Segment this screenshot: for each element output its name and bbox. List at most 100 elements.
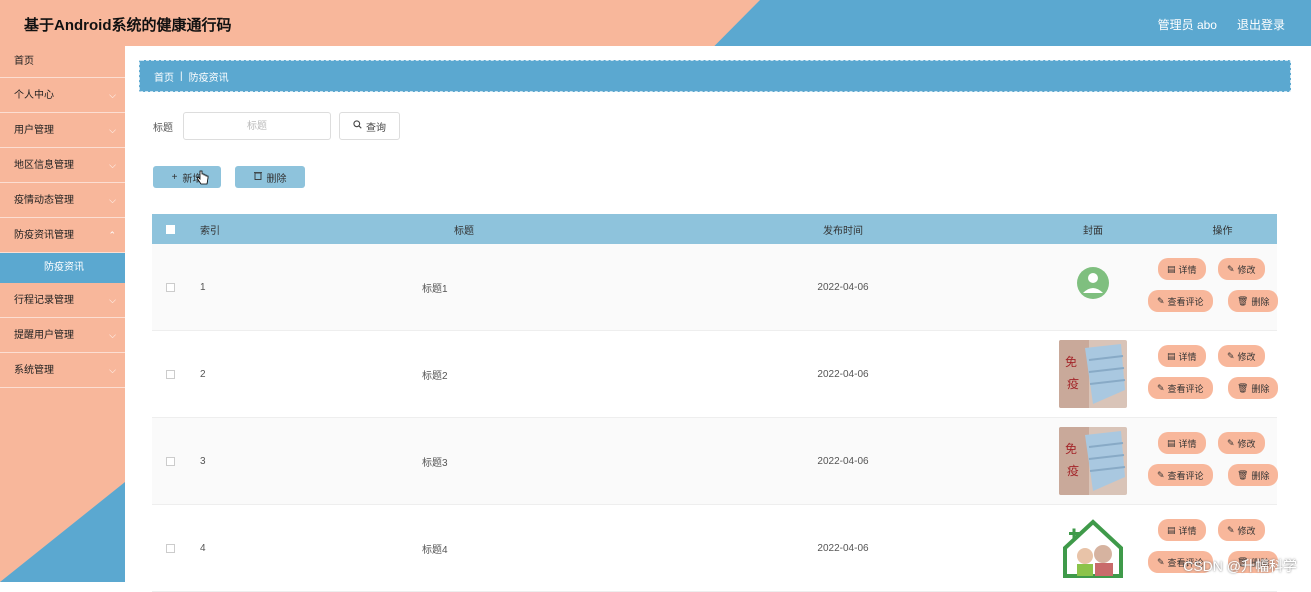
row-date: 2022-04-06 — [668, 456, 1018, 467]
row-ops-cell: ▤详情 ✎修改 ✎查看评论 🗑删除 — [1168, 339, 1277, 409]
breadcrumb-separator: | — [180, 71, 183, 82]
row-checkbox[interactable] — [166, 457, 175, 466]
sidebar-item-trip-records-management[interactable]: 行程记录管理⌵ — [0, 283, 125, 318]
sidebar-item-home[interactable]: 首页 — [0, 46, 125, 78]
pencil-icon: ✎ — [1157, 296, 1165, 307]
view-comments-button[interactable]: ✎查看评论 — [1148, 464, 1213, 486]
trash-icon — [254, 171, 262, 183]
row-title: 标题4 — [248, 541, 668, 556]
view-comments-label: 查看评论 — [1168, 382, 1204, 395]
edit-label: 修改 — [1238, 263, 1256, 276]
sidebar-item-epidemic-news-management[interactable]: 疫情动态管理⌵ — [0, 183, 125, 218]
action-row: + 新增 删除 — [153, 166, 305, 188]
row-checkbox-cell — [152, 544, 188, 553]
svg-text:疫: 疫 — [1067, 463, 1079, 478]
view-comments-button[interactable]: ✎查看评论 — [1148, 290, 1213, 312]
detail-button[interactable]: ▤详情 — [1158, 345, 1206, 367]
sidebar-item-user-management[interactable]: 用户管理 ⌵ — [0, 113, 125, 148]
edit-button[interactable]: ✎修改 — [1218, 432, 1265, 454]
breadcrumb-home[interactable]: 首页 — [154, 69, 174, 84]
edit-button[interactable]: ✎修改 — [1218, 519, 1265, 541]
add-button[interactable]: + 新增 — [153, 166, 221, 188]
pencil-icon: ✎ — [1227, 438, 1235, 449]
document-icon: ▤ — [1167, 351, 1176, 362]
chevron-up-icon: ⌃ — [108, 218, 116, 253]
row-checkbox[interactable] — [166, 370, 175, 379]
breadcrumb-current: 防疫资讯 — [189, 69, 229, 84]
edit-label: 修改 — [1238, 350, 1256, 363]
row-cover-cell — [1018, 253, 1168, 321]
hand-cursor-icon — [197, 170, 209, 191]
admin-user-label[interactable]: 管理员 abo — [1158, 16, 1217, 33]
doctor-icon — [1059, 253, 1127, 321]
pencil-icon: ✎ — [1157, 470, 1165, 481]
row-checkbox-cell — [152, 283, 188, 292]
select-all-cell — [152, 225, 188, 234]
document-icon: ▤ — [1167, 525, 1176, 536]
chevron-down-icon: ⌵ — [109, 148, 116, 183]
row-date: 2022-04-06 — [668, 543, 1018, 554]
table-header: 索引 标题 发布时间 封面 操作 — [152, 214, 1277, 244]
sidebar-item-label: 个人中心 — [14, 90, 54, 101]
sidebar-item-label: 提醒用户管理 — [14, 330, 74, 341]
pencil-icon: ✎ — [1227, 264, 1235, 275]
query-button[interactable]: 查询 — [339, 112, 400, 140]
sidebar-item-label: 行程记录管理 — [14, 295, 74, 306]
sidebar-subitem-prevention-info[interactable]: 防疫资讯 — [0, 253, 125, 283]
title-search-input[interactable] — [183, 112, 331, 140]
header-operations: 操作 — [1168, 222, 1277, 237]
svg-text:疫: 疫 — [1067, 376, 1079, 391]
mask-photo: 免疫 — [1059, 340, 1127, 408]
document-icon: ▤ — [1167, 438, 1176, 449]
svg-text:免: 免 — [1065, 441, 1077, 456]
row-cover-cell — [1018, 514, 1168, 582]
news-table: 索引 标题 发布时间 封面 操作 1 标题1 2022-04-06 ▤详情 ✎修… — [152, 214, 1277, 592]
svg-text:免: 免 — [1065, 354, 1077, 369]
document-icon: ▤ — [1167, 264, 1176, 275]
row-cover-cell: 免疫 — [1018, 340, 1168, 408]
sidebar-item-system-management[interactable]: 系统管理⌵ — [0, 353, 125, 388]
delete-button[interactable]: 🗑删除 — [1228, 377, 1278, 399]
sidebar-item-personal-center[interactable]: 个人中心 ⌵ — [0, 78, 125, 113]
delete-button[interactable]: 🗑删除 — [1228, 290, 1278, 312]
search-label: 标题 — [153, 119, 173, 134]
edit-button[interactable]: ✎修改 — [1218, 258, 1265, 280]
row-index: 4 — [188, 543, 248, 554]
detail-label: 详情 — [1179, 350, 1197, 363]
trash-icon: 🗑 — [1237, 470, 1248, 481]
watermark: CSDN @升幅科学 — [1183, 556, 1297, 576]
sidebar-item-prevention-info-management[interactable]: 防疫资讯管理⌃ — [0, 218, 125, 253]
main-content: 首页 | 防疫资讯 标题 查询 + 新增 删除 索引 标题 发布 — [125, 46, 1311, 582]
row-checkbox[interactable] — [166, 283, 175, 292]
breadcrumb: 首页 | 防疫资讯 — [139, 60, 1291, 92]
row-checkbox[interactable] — [166, 544, 175, 553]
trash-icon: 🗑 — [1237, 383, 1248, 394]
row-title: 标题1 — [248, 280, 668, 295]
delete-button[interactable]: 🗑删除 — [1228, 464, 1278, 486]
detail-button[interactable]: ▤详情 — [1158, 519, 1206, 541]
batch-delete-label: 删除 — [267, 170, 287, 185]
chevron-down-icon: ⌵ — [109, 78, 116, 113]
row-title: 标题3 — [248, 454, 668, 469]
sidebar-item-reminder-user-management[interactable]: 提醒用户管理⌵ — [0, 318, 125, 353]
select-all-checkbox[interactable] — [166, 225, 175, 234]
view-comments-label: 查看评论 — [1168, 295, 1204, 308]
row-ops-cell: ▤详情 ✎修改 ✎查看评论 🗑删除 — [1168, 426, 1277, 496]
batch-delete-button[interactable]: 删除 — [235, 166, 305, 188]
detail-label: 详情 — [1179, 263, 1197, 276]
header-title: 标题 — [248, 222, 668, 237]
view-comments-button[interactable]: ✎查看评论 — [1148, 377, 1213, 399]
detail-button[interactable]: ▤详情 — [1158, 258, 1206, 280]
logout-link[interactable]: 退出登录 — [1237, 16, 1285, 33]
detail-label: 详情 — [1179, 437, 1197, 450]
sidebar-item-label: 防疫资讯 — [44, 262, 84, 273]
chevron-down-icon: ⌵ — [109, 113, 116, 148]
edit-button[interactable]: ✎修改 — [1218, 345, 1265, 367]
plus-icon: + — [172, 172, 178, 183]
row-checkbox-cell — [152, 457, 188, 466]
sidebar-item-region-management[interactable]: 地区信息管理⌵ — [0, 148, 125, 183]
detail-button[interactable]: ▤详情 — [1158, 432, 1206, 454]
trash-icon: 🗑 — [1237, 296, 1248, 307]
pencil-icon: ✎ — [1227, 525, 1235, 536]
sidebar-item-label: 用户管理 — [14, 125, 54, 136]
